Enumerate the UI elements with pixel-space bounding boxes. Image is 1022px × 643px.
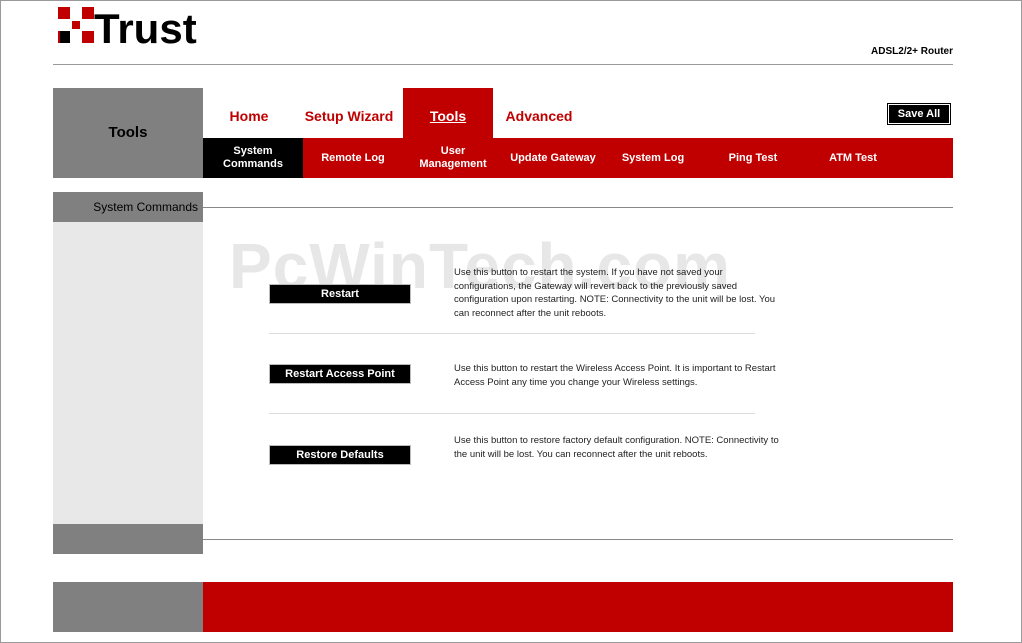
- restart-description: Use this button to restart the system. I…: [454, 267, 776, 320]
- tab-advanced[interactable]: Advanced: [497, 88, 581, 138]
- subtab-update-gateway[interactable]: Update Gateway: [503, 138, 603, 178]
- sidebar-footer: [53, 524, 203, 554]
- subtab-remote-log[interactable]: Remote Log: [303, 138, 403, 178]
- sidebar: [53, 192, 203, 554]
- subtab-user-management[interactable]: User Management: [403, 138, 503, 178]
- trust-logo: Trust: [58, 7, 203, 49]
- footer-gray-block: [53, 582, 203, 632]
- tab-tools[interactable]: Tools: [403, 88, 493, 138]
- action-separator: [269, 413, 755, 414]
- footer-red-bar: [203, 582, 953, 632]
- save-all-button[interactable]: Save All: [887, 103, 951, 125]
- restart-access-point-button[interactable]: Restart Access Point: [269, 364, 411, 384]
- restart-button[interactable]: Restart: [269, 284, 411, 304]
- restore-defaults-button[interactable]: Restore Defaults: [269, 445, 411, 465]
- content-divider-bottom: [203, 539, 953, 540]
- content-divider-top: [203, 207, 953, 208]
- subtab-atm-test[interactable]: ATM Test: [803, 138, 903, 178]
- sub-navigation: System Commands Remote Log User Manageme…: [203, 138, 953, 178]
- subtab-system-commands[interactable]: System Commands: [203, 138, 303, 178]
- header-divider: [53, 64, 953, 65]
- sidebar-item-system-commands[interactable]: System Commands: [53, 200, 198, 214]
- logo-text: Trust: [94, 7, 197, 49]
- section-title: Tools: [108, 124, 148, 141]
- action-separator: [269, 333, 755, 334]
- subtab-ping-test[interactable]: Ping Test: [703, 138, 803, 178]
- product-name: ADSL2/2+ Router: [871, 46, 953, 57]
- restart-access-point-description: Use this button to restart the Wireless …: [454, 363, 776, 388]
- restore-defaults-description: Use this button to restore factory defau…: [454, 435, 779, 460]
- tab-home[interactable]: Home: [213, 88, 285, 138]
- tab-setup-wizard[interactable]: Setup Wizard: [298, 88, 400, 138]
- subtab-system-log[interactable]: System Log: [603, 138, 703, 178]
